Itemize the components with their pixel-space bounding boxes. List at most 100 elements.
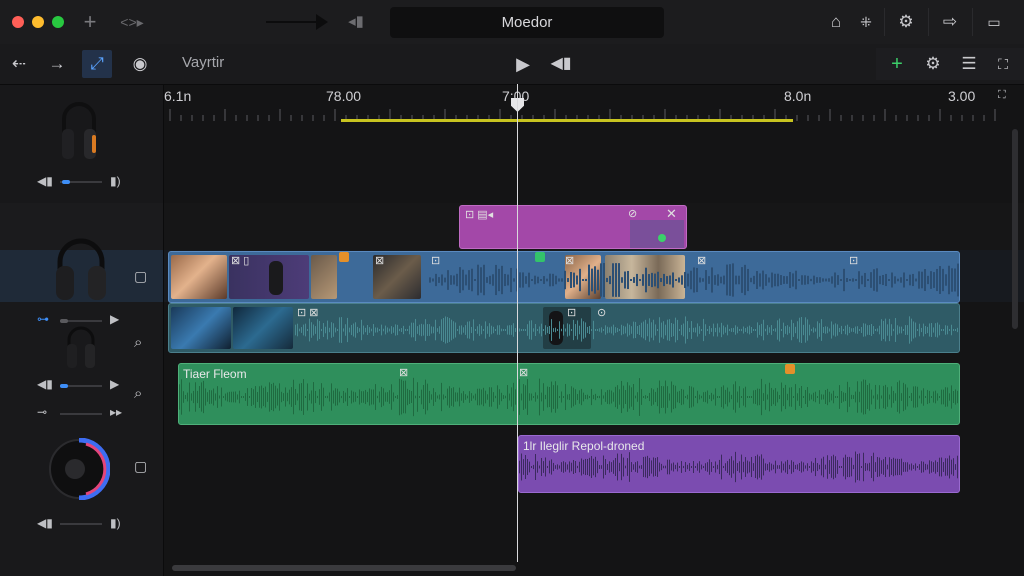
marker-icon[interactable]: ◂▮ [342,8,370,36]
home-icon[interactable]: ⌂ [822,8,850,36]
forward-icon[interactable]: → [42,50,72,78]
waveform-bar [569,461,570,473]
square-icon[interactable]: ▢ [134,268,147,285]
list-icon[interactable]: ☰ [954,50,984,78]
volume-icon[interactable]: ◀▮ [546,50,576,78]
waveform-bar [377,395,378,399]
code-icon[interactable]: <>▸ [112,8,152,36]
waveform-bar [733,384,734,410]
fullscreen-icon[interactable]: ⛶ [988,50,1018,78]
waveform-bar [481,325,482,335]
waveform-bar [423,384,424,410]
waveform-bar [773,389,774,405]
waveform-bar [365,389,366,405]
waveform-bar [509,325,510,335]
waveform-bar [811,461,812,473]
volume-down-icon[interactable]: ◀▮ [37,516,53,530]
waveform-bar [561,462,562,472]
waveform-bar [617,385,618,409]
range-bar[interactable] [341,119,793,122]
music-clip[interactable]: Tiaer Fleom ⊠ ⊠ [178,363,960,425]
waveform-bar [899,326,900,334]
plus-icon[interactable]: + [76,8,104,36]
search-icon[interactable]: ⌕ [134,385,142,402]
waveform-bar [487,326,488,334]
waveform-bar [271,383,272,411]
waveform-bar [555,327,556,333]
voice-clip[interactable]: 1lr Ileglir Repol-droned [518,435,960,493]
waveform-bar [549,387,550,407]
settings-icon[interactable]: ⚙ [918,50,948,78]
timeline[interactable]: 6.1n 78.00 7:00 8.0n 3.00 ⛶ ⊡ ▤◂ ⊘ ✕ ⊠ ▯… [164,85,1024,576]
volume-up-icon[interactable]: ▮) [110,516,121,530]
music-volume-slider[interactable] [60,384,102,388]
waveform-bar [953,329,954,331]
waveform-bar [807,275,809,285]
waveform-bar [393,327,394,333]
clock-icon[interactable]: ◉ [125,50,155,78]
volume-up-icon[interactable]: ▮) [110,174,121,188]
waveform-bar [401,379,402,415]
playhead[interactable] [517,84,518,562]
broll-slider[interactable] [60,319,102,323]
horizontal-scrollbar[interactable] [172,565,516,571]
add-icon[interactable]: + [882,50,912,78]
waveform-bar [474,279,476,281]
orange-marker[interactable] [785,364,795,374]
link-icon[interactable]: ⊸ [37,405,47,419]
waveform-bar [307,328,308,332]
time-ruler[interactable]: 6.1n 78.00 7:00 8.0n 3.00 ⛶ [164,85,1024,125]
waveform-bar [535,454,536,480]
waveform-bar [927,389,928,405]
waveform-bar [450,275,452,285]
video-clip[interactable]: ⊠ ▯ ⊠ ⊡ ⊠ ⊠ ⊡ [168,251,960,303]
search-icon[interactable]: ⌕ [134,334,142,351]
volume-slider[interactable] [60,180,102,184]
close-window-button[interactable] [12,16,24,28]
waveform-bar [816,277,818,283]
waveform-bar [315,390,316,404]
waveform-bar [729,391,730,403]
waveform-bar [828,278,830,282]
waveform-bar [327,395,328,399]
waveform-bar [927,464,928,470]
minimize-window-button[interactable] [32,16,44,28]
play-icon[interactable]: ▶ [508,50,538,78]
waveform-bar [663,273,665,287]
waveform-bar [273,382,274,412]
skip-icon[interactable]: ▸▸ [110,405,122,419]
square-icon[interactable]: ▢ [134,458,147,475]
zoom-icon[interactable]: ⛶ [998,89,1006,102]
waveform-bar [499,325,500,335]
waveform-bar [533,396,534,398]
voice-volume-slider[interactable] [60,523,102,525]
waveform-bar [725,389,726,405]
export-icon[interactable]: ⇨ [936,8,964,36]
waveform-bar [627,323,628,337]
volume-down-icon[interactable]: ◀▮ [37,377,53,391]
connect-icon[interactable]: ⊶ [37,312,49,326]
select-icon[interactable]: ⤢ [82,50,112,78]
play-small-icon[interactable]: ▶ [110,377,119,391]
play-small-icon[interactable]: ▶ [110,312,119,326]
maximize-window-button[interactable] [52,16,64,28]
waveform-bar [241,396,242,398]
panel-icon[interactable]: ▭ [980,8,1008,36]
grid-icon[interactable]: ⁜ [852,8,880,36]
gear-icon[interactable]: ⚙ [892,8,920,36]
waveform-bar [627,270,629,290]
music-pan-slider[interactable] [60,413,102,415]
waveform-bar [897,278,899,282]
title-clip[interactable]: ⊡ ▤◂ ⊘ ✕ [459,205,687,249]
waveform-bar [737,463,738,471]
vertical-scrollbar[interactable] [1012,129,1018,329]
back-icon[interactable]: ⇠ [4,50,34,78]
waveform-bar [529,393,530,401]
waveform-bar [633,384,634,410]
volume-down-icon[interactable]: ◀▮ [37,174,53,188]
waveform-bar [647,455,648,479]
waveform-bar [471,393,472,401]
waveform-bar [459,387,460,407]
broll-clip[interactable]: ⊡ ⊠ ⊡ ⊙ [168,303,960,353]
orange-marker[interactable] [339,252,349,262]
